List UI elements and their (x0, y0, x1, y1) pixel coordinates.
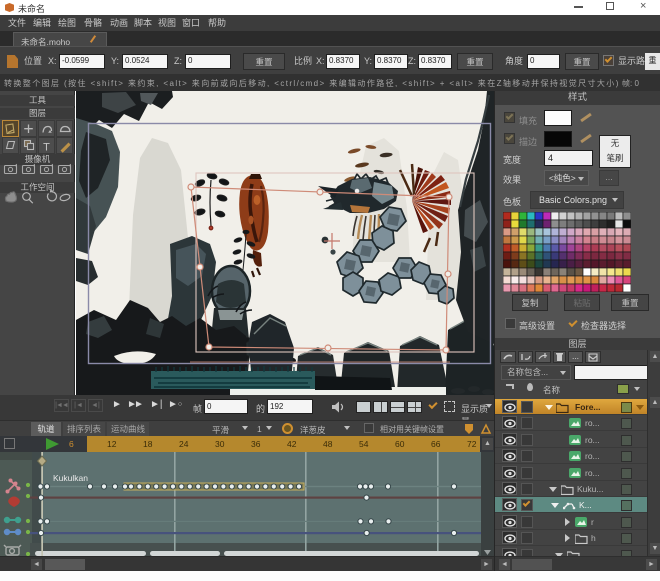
svg-text:T: T (43, 142, 50, 154)
svg-text:Kukulkan: Kukulkan (53, 473, 88, 483)
